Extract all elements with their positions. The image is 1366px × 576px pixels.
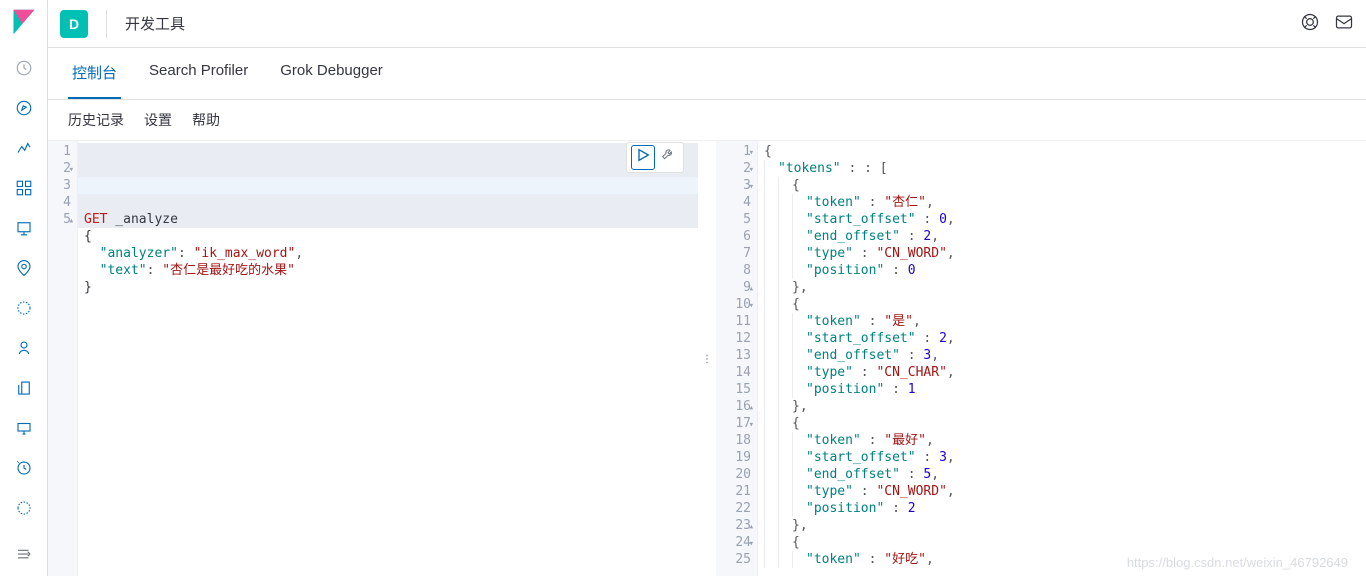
collapse-icon[interactable] <box>12 542 36 566</box>
request-actions: 单击可发送请求 <box>626 142 684 173</box>
request-editor[interactable]: 12▾345▴ GET _analyze{ "analyzer": "ik_ma… <box>48 141 698 576</box>
ml-icon[interactable] <box>12 296 36 320</box>
apm-icon[interactable] <box>12 416 36 440</box>
tab-grok-debugger[interactable]: Grok Debugger <box>276 48 387 99</box>
help-icon[interactable] <box>1300 12 1320 35</box>
breadcrumb: 开发工具 <box>125 13 185 34</box>
infra-icon[interactable] <box>12 336 36 360</box>
response-viewer[interactable]: 1▾2▾3▾456789▴10▾111213141516▴17▾18192021… <box>716 141 1366 576</box>
logs-icon[interactable] <box>12 376 36 400</box>
uptime-icon[interactable] <box>12 456 36 480</box>
send-request-button[interactable] <box>631 145 655 170</box>
help-link[interactable]: 帮助 <box>192 110 220 130</box>
watermark: https://blog.csdn.net/weixin_46792649 <box>1127 555 1348 570</box>
tab-console[interactable]: 控制台 <box>68 48 121 99</box>
recent-icon[interactable] <box>12 56 36 80</box>
topbar: D 开发工具 <box>48 0 1366 48</box>
siem-icon[interactable] <box>12 496 36 520</box>
dashboard-icon[interactable] <box>12 176 36 200</box>
space-selector[interactable]: D <box>60 10 88 38</box>
discover-icon[interactable] <box>12 96 36 120</box>
visualize-icon[interactable] <box>12 136 36 160</box>
history-link[interactable]: 历史记录 <box>68 110 124 130</box>
tab-search-profiler[interactable]: Search Profiler <box>145 48 252 99</box>
kibana-logo-icon[interactable] <box>10 8 38 36</box>
toolbar: 历史记录 设置 帮助 <box>48 100 1366 141</box>
request-options-button[interactable] <box>657 145 679 170</box>
tabs: 控制台 Search Profiler Grok Debugger <box>48 48 1366 100</box>
maps-icon[interactable] <box>12 256 36 280</box>
settings-link[interactable]: 设置 <box>144 110 172 130</box>
pane-resize-handle[interactable] <box>698 141 716 576</box>
nav-sidebar <box>0 0 48 576</box>
newsfeed-icon[interactable] <box>1334 12 1354 35</box>
canvas-icon[interactable] <box>12 216 36 240</box>
